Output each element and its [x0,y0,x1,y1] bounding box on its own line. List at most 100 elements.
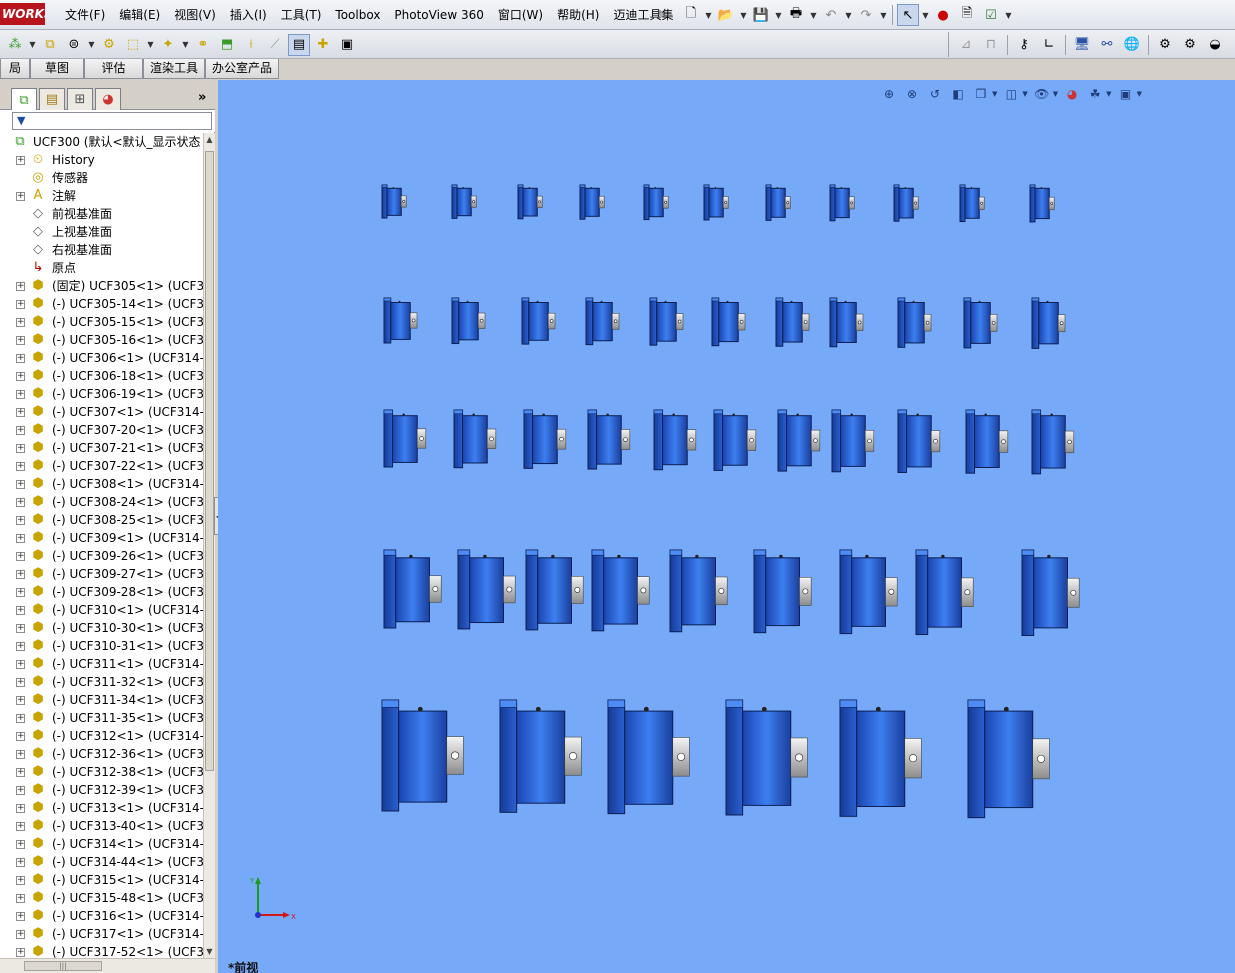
display-style-icon[interactable]: ◫ [1002,85,1020,103]
bearing-unit-model[interactable] [653,409,697,471]
apply-scene-arrow[interactable]: ▼ [1106,90,1111,98]
app-logo[interactable]: WORKS [0,3,45,25]
expand-icon[interactable]: + [16,894,25,903]
tree-root[interactable]: ⧉ UCF300 (默认<默认_显示状态 [0,133,203,151]
expand-icon[interactable]: + [16,372,25,381]
tree-item[interactable]: + ⬢ (-) UCF317-52<1> (UCF31 [0,943,203,958]
tree-item[interactable]: + ⬢ (-) UCF313<1> (UCF314-4 [0,799,203,817]
assembly-layout-icon[interactable]: ⁂ [4,34,26,56]
bearing-unit-model[interactable] [579,184,605,220]
menu-item[interactable]: 视图(V) [167,0,223,30]
expand-icon[interactable]: + [16,876,25,885]
expand-icon[interactable]: + [16,948,25,957]
tree-item[interactable]: ↳ 原点 [0,259,203,277]
expand-icon[interactable]: + [16,426,25,435]
open-dropdown-arrow[interactable]: ▼ [739,4,748,26]
expand-icon[interactable]: + [16,300,25,309]
bearing-unit-model[interactable] [643,184,669,221]
expand-icon[interactable]: + [16,498,25,507]
tree-item[interactable]: + ⬢ (-) UCF310-30<1> (UCF31 [0,619,203,637]
bearing-unit-model[interactable] [711,297,746,347]
graphics-area[interactable]: ⊕ ⊗ ↺ ◧ ❒ ▼ ◫ ▼ 👁 ▼ ◕ ☘ ▼ ▣ ▼ Y X *前视 [218,80,1235,973]
hide-show-items-icon[interactable]: 👁 [1033,85,1051,103]
expand-icon[interactable]: + [16,282,25,291]
tab-layout[interactable]: 局 [0,59,30,79]
bearing-unit-model[interactable] [893,184,919,222]
tree-item[interactable]: + A 注解 [0,187,203,205]
options-dropdown-arrow[interactable]: ▼ [1004,4,1013,26]
bearing-unit-model[interactable] [383,297,418,344]
scroll-up-arrow[interactable]: ▲ [204,133,215,146]
apply-scene-icon[interactable]: ☘ [1086,85,1104,103]
expand-icon[interactable]: + [16,606,25,615]
tree-item[interactable]: + ⬢ (-) UCF311-34<1> (UCF31 [0,691,203,709]
tree-item[interactable]: + ⬢ (-) UCF311-32<1> (UCF31 [0,673,203,691]
bearing-unit-model[interactable] [585,297,620,346]
print-icon[interactable]: 🖶 [785,4,807,26]
expand-icon[interactable]: + [16,390,25,399]
bearing-unit-model[interactable] [963,297,998,349]
tree-item[interactable]: + ⬢ (-) UCF312<1> (UCF314-4 [0,727,203,745]
tree-item[interactable]: + ⬢ (固定) UCF305<1> (UCF31 [0,277,203,295]
previous-view-icon[interactable]: ↺ [926,85,944,103]
bearing-unit-model[interactable] [669,549,728,633]
undo-icon[interactable]: ↶ [820,4,842,26]
tree-item[interactable]: + ⬢ (-) UCF307<1> (UCF314-4 [0,403,203,421]
network-icon[interactable]: ⚯ [1096,34,1118,56]
tree-item[interactable]: + ⬢ (-) UCF307-20<1> (UCF31 [0,421,203,439]
menu-item[interactable]: 工具(T) [274,0,329,30]
bearing-unit-model[interactable] [897,297,932,348]
tree-item[interactable]: + ⬢ (-) UCF310-31<1> (UCF31 [0,637,203,655]
tree-item[interactable]: + ⏲ History [0,151,203,169]
bearing-unit-model[interactable] [713,409,757,471]
bearing-unit-model[interactable] [1031,297,1066,349]
smart-fasteners-icon[interactable]: ⬚ [122,34,144,56]
feature-manager-icon[interactable]: ⧉ [11,88,37,111]
undo-dropdown-arrow[interactable]: ▼ [844,4,853,26]
tab-evaluate[interactable]: 评估 [84,59,143,79]
section-view-icon[interactable]: ◧ [949,85,967,103]
expand-icon[interactable]: + [16,714,25,723]
tree-item[interactable]: + ⬢ (-) UCF309-26<1> (UCF31 [0,547,203,565]
menu-item[interactable]: 帮助(H) [550,0,606,30]
save-dropdown-arrow[interactable]: ▼ [774,4,783,26]
hide-show-arrow[interactable]: ▼ [1053,90,1058,98]
expand-icon[interactable]: + [16,786,25,795]
edit-appearance-icon[interactable]: ◕ [1063,85,1081,103]
expand-icon[interactable]: + [16,858,25,867]
bearing-unit-model[interactable] [725,699,808,816]
view-settings-arrow[interactable]: ▼ [1137,90,1142,98]
smart-dropdown-arrow[interactable]: ▼ [146,34,155,56]
bearing-unit-model[interactable] [765,184,791,221]
expand-icon[interactable]: + [16,156,25,165]
new-document-icon[interactable]: 🗋 [680,4,702,26]
bearing-unit-model[interactable] [1021,549,1080,636]
bearing-unit-model[interactable] [1031,409,1075,475]
bearing-unit-model[interactable] [383,409,427,468]
bearing-unit-model[interactable] [607,699,690,815]
display-style-arrow[interactable]: ▼ [1022,90,1027,98]
interference-icon[interactable]: ⚭ [192,34,214,56]
bearing-unit-model[interactable] [517,184,543,220]
save-icon[interactable]: 💾 [750,4,772,26]
bearing-unit-model[interactable] [381,184,407,219]
tree-item[interactable]: + ⬢ (-) UCF305-14<1> (UCF31 [0,295,203,313]
tree-item[interactable]: ◇ 前视基准面 [0,205,203,223]
monitor-icon[interactable]: 🖥 [1071,34,1093,56]
tree-item[interactable]: + ⬢ (-) UCF309-28<1> (UCF31 [0,583,203,601]
bearing-unit-model[interactable] [1029,184,1055,223]
expand-icon[interactable]: + [16,588,25,597]
bearing-unit-model[interactable] [649,297,684,346]
tree-item[interactable]: + ⬢ (-) UCF312-38<1> (UCF31 [0,763,203,781]
tree-filter-input[interactable]: ▼ [12,112,212,130]
tree-item[interactable]: + ⬢ (-) UCF309-27<1> (UCF31 [0,565,203,583]
globe-icon[interactable]: 🌐 [1121,34,1143,56]
bearing-unit-model[interactable] [829,184,855,222]
tree-item[interactable]: + ⬢ (-) UCF310<1> (UCF314-4 [0,601,203,619]
file-properties-icon[interactable]: 🗎 [956,4,978,26]
expand-icon[interactable]: + [16,552,25,561]
tree-item[interactable]: + ⬢ (-) UCF308-25<1> (UCF31 [0,511,203,529]
bearing-unit-model[interactable] [839,549,898,635]
new-dropdown-arrow[interactable]: ▼ [704,4,713,26]
move-component-icon[interactable]: ✦ [157,34,179,56]
